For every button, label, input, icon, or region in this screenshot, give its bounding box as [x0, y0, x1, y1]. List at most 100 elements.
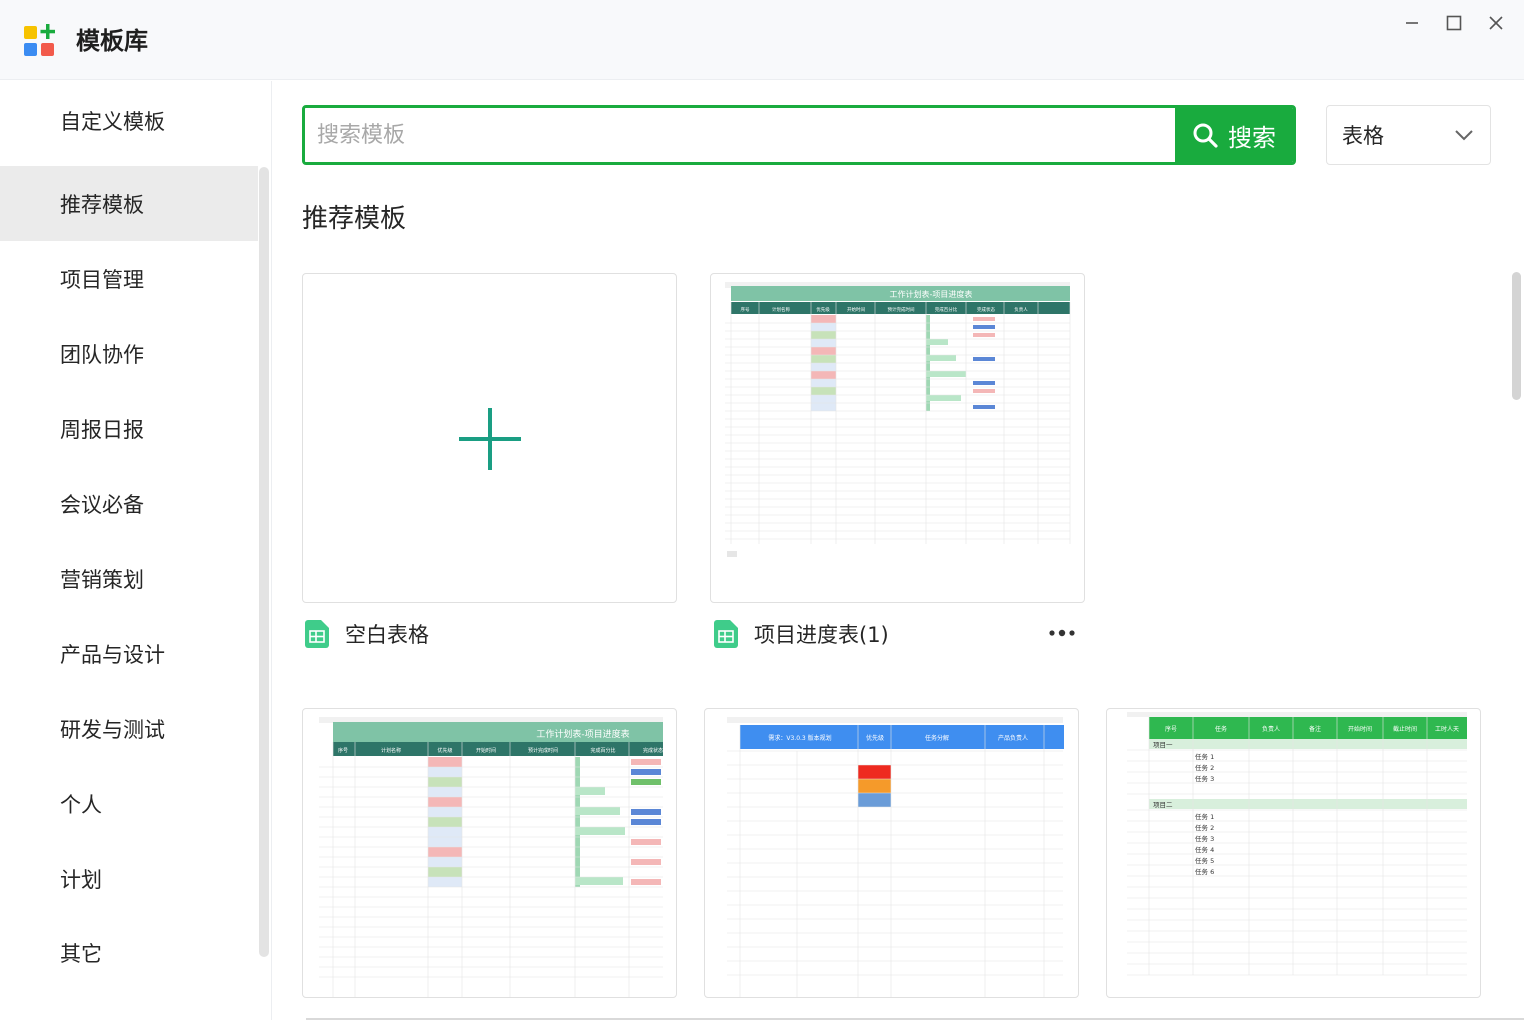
- sidebar-item-weekly-daily-report[interactable]: 周报日报: [0, 391, 258, 466]
- requirements-header-cell: 产品负责人: [998, 734, 1028, 742]
- sidebar-item-personal[interactable]: 个人: [0, 766, 258, 841]
- task-item: 任务 4: [1195, 845, 1214, 854]
- task-sheet-thumbnail: 序号 任务 负责人 备注 开始时间 截止时间 工时人天 项目一 任务 1 任务 …: [1127, 712, 1467, 976]
- task-group-label: 项目二: [1153, 801, 1173, 809]
- minimize-icon: [1406, 22, 1418, 24]
- task-item: 任务 5: [1195, 856, 1214, 865]
- task-group-label: 项目一: [1153, 741, 1173, 749]
- close-window-button[interactable]: [1481, 8, 1511, 38]
- sidebar-item-custom[interactable]: 自定义模板: [0, 83, 258, 158]
- schedule-header-cell: 开始时间: [847, 306, 865, 313]
- chevron-down-icon: [1455, 130, 1473, 141]
- sidebar-item-marketing[interactable]: 营销策划: [0, 541, 258, 616]
- schedule-header-cell: 预计完成时间: [528, 747, 558, 754]
- schedule-header-cell: 优先级: [816, 306, 830, 313]
- sheet-file-icon: [305, 620, 329, 648]
- task-item: 任务 6: [1195, 867, 1214, 876]
- template-card-schedule-2[interactable]: 工作计划表-项目进度表 序号 计划名称 优先级 开始时间 预计完成时间 完成百分…: [302, 708, 677, 998]
- schedule-header-cell: 完成百分比: [590, 747, 615, 754]
- schedule-header-cell: 开始时间: [476, 747, 496, 754]
- task-header-cell: 开始时间: [1348, 725, 1372, 733]
- requirements-grid: [727, 725, 1063, 997]
- sidebar-item-label: 营销策划: [60, 567, 144, 592]
- task-header-cell: 序号: [1165, 725, 1177, 733]
- search-bar: 搜索: [302, 105, 1296, 165]
- schedule-header-cell: 序号: [741, 306, 750, 313]
- task-header-cell: 负责人: [1262, 725, 1280, 733]
- plus-icon: [459, 408, 521, 470]
- sidebar-item-label: 周报日报: [60, 417, 144, 442]
- task-header-cell: 任务: [1215, 725, 1227, 733]
- sidebar-item-label: 自定义模板: [60, 109, 165, 134]
- schedule-rows: [428, 757, 661, 887]
- task-item: 任务 3: [1195, 774, 1214, 783]
- sidebar-item-label: 产品与设计: [60, 642, 165, 667]
- sidebar-item-label: 推荐模板: [60, 192, 144, 217]
- schedule-header-cell: 预计完成时间: [888, 306, 915, 313]
- sidebar: 自定义模板 推荐模板 项目管理 团队协作 周报日报 会议必备 营销策划 产品与设…: [0, 81, 272, 1020]
- schedule-header-cell: 完成百分比: [935, 306, 958, 313]
- sidebar-item-project-management[interactable]: 项目管理: [0, 241, 258, 316]
- template-type-select[interactable]: 表格: [1326, 105, 1491, 165]
- schedule-header-cell: 计划名称: [381, 747, 401, 754]
- template-type-value: 表格: [1342, 124, 1384, 148]
- task-item: 任务 1: [1195, 752, 1214, 761]
- task-item: 任务 1: [1195, 812, 1214, 821]
- schedule-thumbnail-title: 工作计划表-项目进度表: [536, 728, 629, 740]
- app-title: 模板库: [76, 27, 148, 55]
- sidebar-item-label: 团队协作: [60, 342, 144, 367]
- schedule-sheet-thumbnail: 工作计划表-项目进度表 序号 计划名称 优先级 开始时间 预计完成时间 完成百分…: [725, 282, 1071, 557]
- sidebar-item-plan[interactable]: 计划: [0, 841, 258, 916]
- search-button[interactable]: 搜索: [1175, 108, 1293, 162]
- template-card-blank[interactable]: [302, 273, 677, 603]
- sidebar-item-label: 其它: [60, 941, 102, 966]
- sidebar-item-rnd-testing[interactable]: 研发与测试: [0, 691, 258, 766]
- task-header-cell: 工时人天: [1435, 725, 1459, 733]
- search-icon: [1193, 123, 1218, 148]
- minimize-button[interactable]: [1397, 8, 1427, 38]
- schedule-header-cell: 负责人: [1014, 306, 1028, 313]
- requirements-header-cell: 任务分解: [925, 734, 949, 742]
- schedule-header-cell: 完成状态: [643, 747, 663, 754]
- sidebar-item-product-design[interactable]: 产品与设计: [0, 616, 258, 691]
- schedule-header-cell: 完成状态: [977, 306, 995, 313]
- sidebar-item-other[interactable]: 其它: [0, 915, 258, 990]
- title-bar: 模板库: [0, 0, 1524, 80]
- schedule-header-cell: 序号: [338, 747, 348, 754]
- sidebar-item-label: 项目管理: [60, 267, 144, 292]
- template-card-requirements[interactable]: 需求：V3.0.3 版本规划 优先级 任务分解 产品负责人: [704, 708, 1079, 998]
- task-item: 任务 3: [1195, 834, 1214, 843]
- template-name: 项目进度表(1): [754, 623, 889, 647]
- sidebar-scrollbar[interactable]: [259, 167, 269, 957]
- schedule-header-cell: 计划名称: [772, 306, 790, 313]
- schedule-grid: [725, 302, 1071, 544]
- template-label-blank[interactable]: 空白表格: [305, 619, 429, 649]
- sidebar-item-label: 会议必备: [60, 492, 144, 517]
- search-input[interactable]: [305, 108, 1175, 162]
- template-name: 空白表格: [345, 623, 429, 647]
- task-header-cell: 备注: [1309, 725, 1321, 733]
- sidebar-item-team-collaboration[interactable]: 团队协作: [0, 316, 258, 391]
- sidebar-item-meeting[interactable]: 会议必备: [0, 466, 258, 541]
- main-scrollbar[interactable]: [1512, 272, 1521, 400]
- requirements-thumbnail-title: 需求：V3.0.3 版本规划: [768, 734, 831, 742]
- schedule-header-cell: 优先级: [437, 747, 452, 754]
- task-header-cell: 截止时间: [1393, 725, 1417, 733]
- schedule-grid: [319, 742, 663, 997]
- sidebar-item-label: 研发与测试: [60, 717, 165, 742]
- close-icon: [1489, 16, 1503, 30]
- template-card-task-list[interactable]: 序号 任务 负责人 备注 开始时间 截止时间 工时人天 项目一 任务 1 任务 …: [1106, 708, 1481, 998]
- template-label-schedule[interactable]: 项目进度表(1): [714, 619, 889, 649]
- sheet-file-icon: [714, 620, 738, 648]
- search-button-label: 搜索: [1228, 123, 1276, 152]
- maximize-button[interactable]: [1439, 8, 1469, 38]
- maximize-icon: [1446, 15, 1462, 31]
- requirements-header-cell: 优先级: [866, 734, 884, 742]
- task-item: 任务 2: [1195, 763, 1214, 772]
- task-item: 任务 2: [1195, 823, 1214, 832]
- sidebar-item-recommended[interactable]: 推荐模板: [0, 166, 258, 241]
- sidebar-item-label: 个人: [60, 792, 102, 817]
- section-title: 推荐模板: [302, 204, 407, 234]
- template-card-schedule[interactable]: 工作计划表-项目进度表 序号 计划名称 优先级 开始时间 预计完成时间 完成百分…: [710, 273, 1085, 603]
- more-dots-icon[interactable]: [1048, 628, 1078, 638]
